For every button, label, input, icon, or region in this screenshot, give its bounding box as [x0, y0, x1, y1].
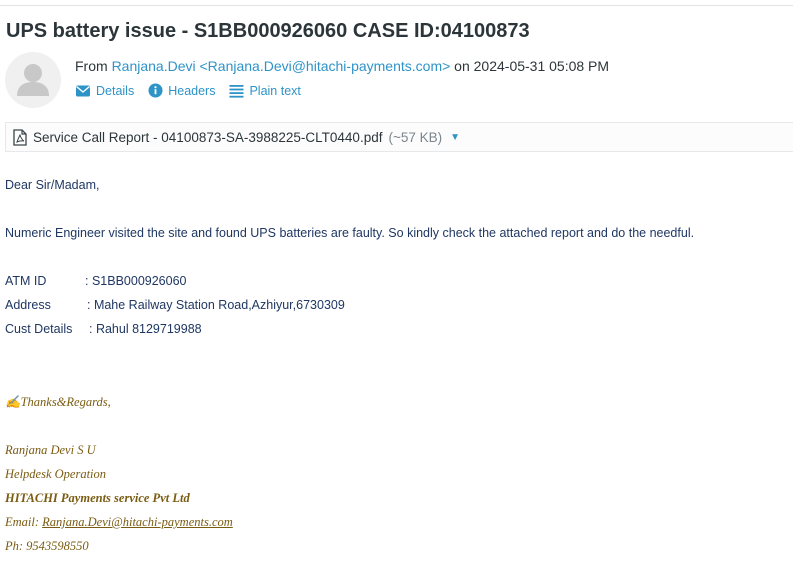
signature-email-line: Email: Ranjana.Devi@hitachi-payments.com	[5, 515, 233, 530]
from-label: From	[75, 58, 108, 74]
pdf-file-icon	[13, 129, 27, 146]
avatar	[5, 52, 61, 108]
details-label: Details	[96, 83, 135, 98]
signature-company: HITACHI Payments service Pvt Ltd	[5, 491, 190, 505]
field-cust-details: Cust Details : Rahul 8129719988	[5, 322, 202, 336]
greeting: Dear Sir/Madam,	[5, 178, 100, 192]
details-link[interactable]: Details	[75, 83, 134, 98]
from-line: From Ranjana.Devi <Ranjana.Devi@hitachi-…	[75, 58, 609, 74]
signature-email-link[interactable]: Ranjana.Devi@hitachi-payments.com	[42, 515, 233, 529]
field-label: Address	[5, 298, 51, 312]
attachment-bar: Service Call Report - 04100873-SA-398822…	[5, 122, 793, 152]
signature-phone: Ph: 9543598550	[5, 539, 89, 553]
field-address: Address : Mahe Railway Station Road,Azhiy…	[5, 298, 345, 312]
sender-link[interactable]: Ranjana.Devi <Ranjana.Devi@hitachi-payme…	[112, 58, 451, 74]
field-value: : Mahe Railway Station Road,Azhiyur,6730…	[87, 298, 345, 312]
headers-link[interactable]: Headers	[148, 83, 215, 98]
signature-closing: ✍Thanks&Regards,	[5, 395, 111, 409]
sent-datetime: on 2024-05-31 05:08 PM	[454, 58, 610, 74]
info-icon	[148, 83, 163, 98]
attachment-size: (~57 KB)	[388, 130, 443, 145]
field-value: : S1BB000926060	[85, 274, 187, 288]
headers-label: Headers	[168, 83, 216, 98]
email-label: Email:	[5, 515, 43, 529]
message-paragraph: Numeric Engineer visited the site and fo…	[5, 226, 695, 240]
chevron-down-icon[interactable]: ▼	[450, 132, 460, 143]
signature-name: Ranjana Devi S U	[5, 443, 96, 457]
header-links: Details Headers Plain text	[75, 83, 301, 98]
field-label: Cust Details	[5, 322, 73, 336]
plain-text-link[interactable]: Plain text	[229, 83, 301, 98]
signature-role: Helpdesk Operation	[5, 467, 107, 481]
lines-icon	[229, 84, 244, 98]
top-divider	[0, 5, 793, 6]
field-label: ATM ID	[5, 274, 47, 288]
person-icon	[17, 64, 49, 96]
envelope-icon	[76, 85, 90, 96]
field-value: : Rahul 8129719988	[89, 322, 202, 336]
attachment-item[interactable]: Service Call Report - 04100873-SA-398822…	[13, 129, 460, 146]
field-atm-id: ATM ID : S1BB000926060	[5, 274, 186, 288]
email-subject: UPS battery issue - S1BB000926060 CASE I…	[6, 20, 530, 42]
plain-text-label: Plain text	[249, 83, 301, 98]
attachment-filename: Service Call Report - 04100873-SA-398822…	[33, 130, 383, 145]
